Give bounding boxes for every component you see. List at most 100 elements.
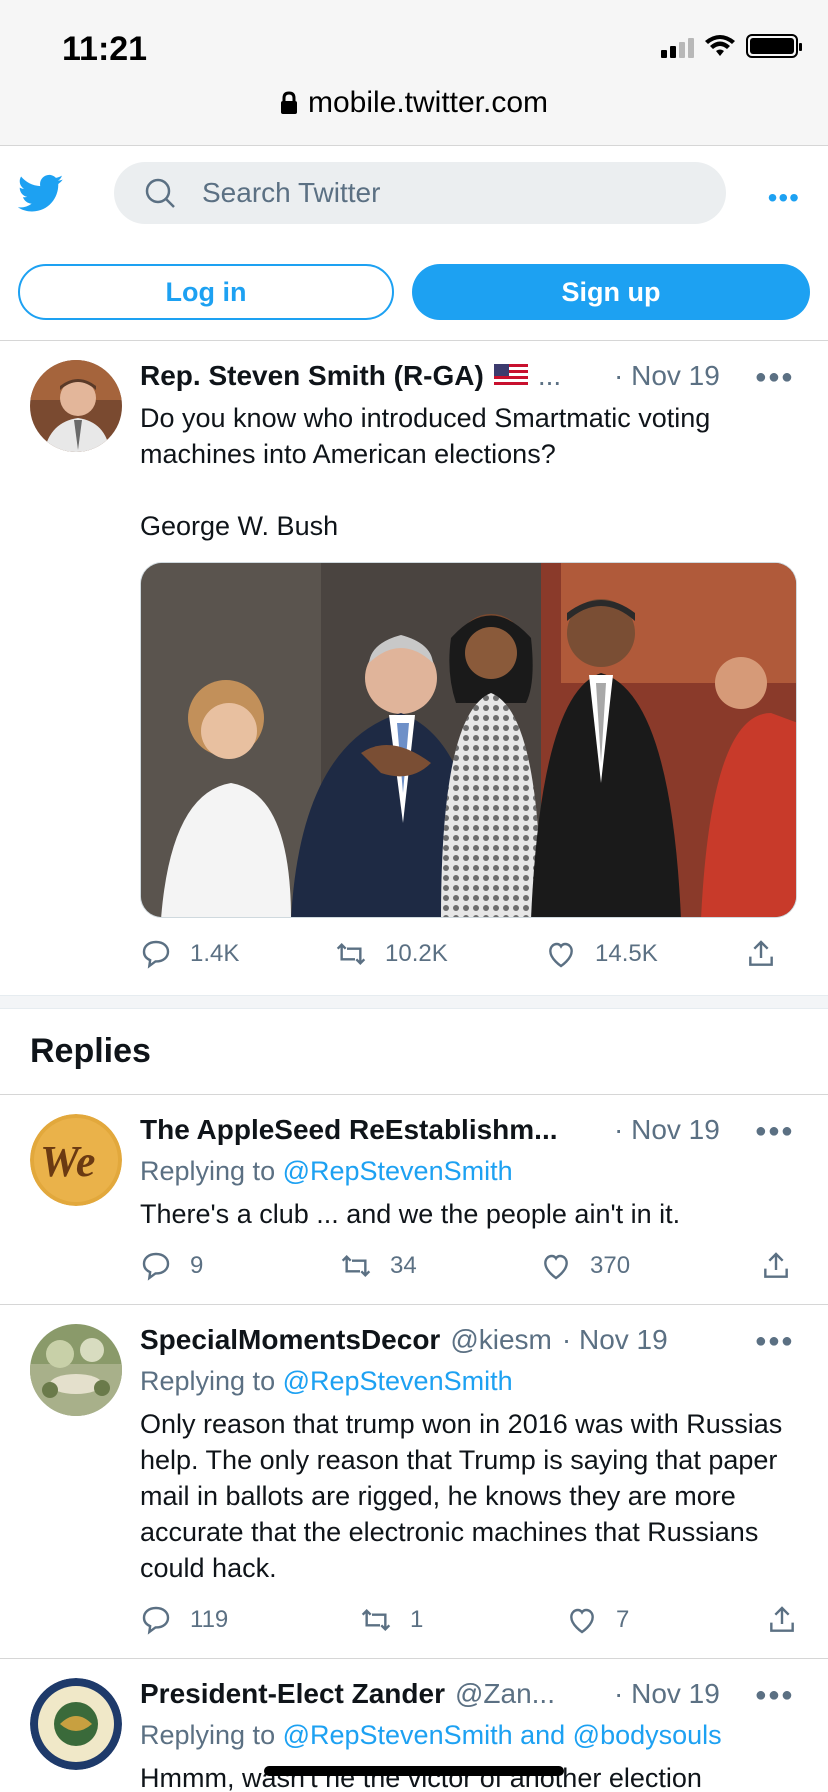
tweet-actions: 1.4K 10.2K 14.5K [140,938,800,970]
search-placeholder: Search Twitter [202,177,381,208]
tweet-more-icon[interactable]: ●●● [755,366,794,389]
reply-avatar[interactable]: We [30,1114,122,1206]
share-action[interactable] [760,1250,792,1282]
reply-author-name[interactable]: The AppleSeed ReEstablishm... [140,1114,558,1146]
auth-buttons: Log in Sign up [18,264,810,320]
share-icon [764,1252,788,1278]
reply-action[interactable]: 119 [140,1604,360,1636]
retweet-icon [361,1608,391,1632]
author-avatar[interactable] [30,360,122,452]
like-action[interactable]: 7 [566,1604,766,1636]
heart-icon [570,1608,594,1634]
reply-text: Only reason that trump won in 2016 was w… [140,1409,783,1583]
replying-to: Replying to @RepStevenSmith [140,1366,513,1397]
reply-more-icon[interactable]: ●●● [755,1330,794,1353]
more-options-icon[interactable]: ••• [768,182,800,214]
like-action[interactable]: 14.5K [545,938,745,970]
retweet-action[interactable]: 34 [340,1250,540,1282]
tweet-author-row: Rep. Steven Smith (R-GA) ... [140,360,561,392]
share-action[interactable] [766,1604,798,1636]
reply-actions: 119 1 7 [140,1604,800,1636]
signup-button[interactable]: Sign up [412,264,810,320]
author-handle: ... [537,360,562,391]
twitter-header: Search Twitter ••• [0,146,828,242]
replying-to-link[interactable]: @RepStevenSmith [283,1156,513,1186]
url-bar[interactable]: mobile.twitter.com [0,86,828,120]
reply-count: 9 [190,1252,204,1279]
reply-author-handle: @Zan... [454,1678,555,1709]
reply-avatar[interactable] [30,1324,122,1416]
author-name[interactable]: Rep. Steven Smith (R-GA) [140,360,484,392]
twitter-bird-icon[interactable] [18,174,64,214]
replying-to: Replying to @RepStevenSmith and @bodysou… [140,1720,722,1751]
tweet-text: Do you know who introduced Smartmatic vo… [140,403,711,469]
reply-author-name[interactable]: SpecialMomentsDecor [140,1324,440,1356]
reply-text: There's a club ... and we the people ain… [140,1199,681,1229]
svg-text:We: We [40,1137,95,1186]
reply-more-icon[interactable]: ●●● [755,1120,794,1143]
reply-date[interactable]: · Nov 19 [614,1114,720,1146]
tweet-photo[interactable] [140,562,797,918]
replying-to: Replying to @RepStevenSmith [140,1156,513,1187]
reply-action[interactable]: 9 [140,1250,340,1282]
retweet-action[interactable]: 1 [360,1604,566,1636]
reply-author-row: President-Elect Zander @Zan... [140,1678,555,1710]
reply-author-handle: @kiesm [450,1324,552,1355]
reply-divider [0,1658,828,1659]
url-text: mobile.twitter.com [307,86,549,119]
retweet-icon [341,1254,371,1278]
replying-to-link[interactable]: @RepStevenSmith [283,1366,513,1396]
share-action[interactable] [745,938,777,970]
like-action[interactable]: 370 [540,1250,760,1282]
home-indicator[interactable] [264,1766,564,1776]
reply-date[interactable]: · Nov 19 [614,1678,720,1710]
reply-count: 119 [190,1606,229,1633]
retweet-count: 34 [390,1252,417,1279]
like-count: 370 [590,1252,631,1279]
reply-author-row: The AppleSeed ReEstablishm... [140,1114,558,1146]
lock-icon [280,91,297,114]
reply-divider [0,1304,828,1305]
us-flag-icon [493,364,528,388]
heart-icon [549,942,573,968]
reply-author-row: SpecialMomentsDecor @kiesm · Nov 19 [140,1324,668,1356]
reply-author-name[interactable]: President-Elect Zander [140,1678,445,1710]
tweet-text-2: George W. Bush [140,511,339,541]
replying-to-prefix: Replying to [140,1366,283,1396]
battery-icon [746,34,802,58]
reply-date[interactable]: · Nov 19 [562,1324,668,1356]
cellular-signal-icon [661,36,694,58]
reply-text: Hmmm, wasn't he the victor of another el… [140,1763,702,1792]
tweet-date[interactable]: · Nov 19 [614,360,720,392]
reply-icon [142,1252,170,1281]
search-icon [145,178,175,208]
heart-icon [544,1254,568,1280]
share-icon [770,1606,794,1632]
like-count: 14.5K [595,940,658,967]
reply-icon [142,940,170,969]
like-count: 7 [616,1606,630,1633]
header-divider [0,340,828,341]
reply-count: 1.4K [190,940,240,967]
wifi-icon [705,35,735,56]
section-separator [0,995,828,1009]
retweet-count: 1 [410,1606,424,1633]
replying-to-prefix: Replying to [140,1720,283,1750]
retweet-count: 10.2K [385,940,448,967]
retweet-icon [336,942,366,966]
reply-more-icon[interactable]: ●●● [755,1684,794,1707]
replies-divider [0,1094,828,1095]
reply-action[interactable]: 1.4K [140,938,335,970]
search-input[interactable]: Search Twitter [114,162,726,224]
reply-actions: 9 34 370 [140,1250,800,1282]
replying-to-prefix: Replying to [140,1156,283,1186]
reply-avatar[interactable] [30,1678,122,1770]
share-icon [749,940,773,966]
retweet-action[interactable]: 10.2K [335,938,545,970]
login-button[interactable]: Log in [18,264,394,320]
status-icons [661,34,802,58]
status-time: 11:21 [62,30,148,68]
replying-to-link[interactable]: @RepStevenSmith and @bodysouls [283,1720,722,1750]
reply-icon [142,1606,170,1635]
browser-chrome: 11:21 mobile.twitter.com [0,0,828,146]
